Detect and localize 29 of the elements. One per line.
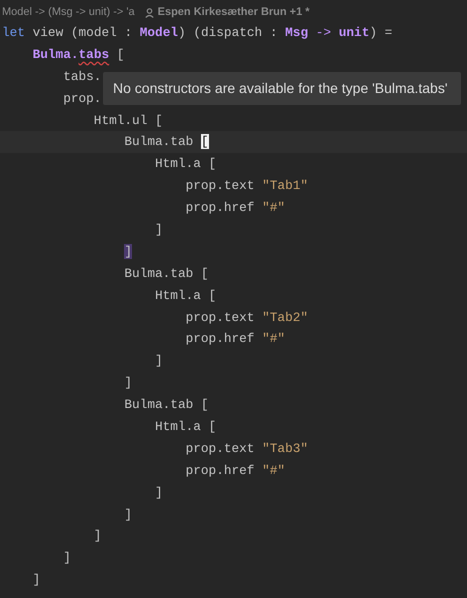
code-line: Bulma.tabs [ (32, 46, 124, 64)
code-line: Html.a [ (155, 155, 216, 174)
error-tooltip: No constructors are available for the type 'Bulma.tabs' (103, 72, 461, 105)
code-line: let view (model : Model) (dispatch : Msg -> unit) = (2, 24, 392, 42)
code-line: Bulma.tab [ (124, 396, 209, 414)
code-line: ] (124, 506, 132, 524)
code-line: ] (155, 484, 163, 502)
code-line: prop.text "Tab2" (186, 308, 308, 327)
code-line: Html.ul [ (94, 112, 163, 130)
code-line: Html.a [ (155, 418, 216, 436)
code-line: ] (155, 221, 163, 240)
code-line: ] (63, 549, 71, 568)
code-line: prop.href "#" (186, 462, 286, 480)
code-line: prop.href "#" (186, 330, 286, 348)
code-line: Bulma.tab [ (124, 264, 209, 283)
code-line: ] (155, 352, 163, 370)
person-icon (144, 8, 154, 18)
code-line: prop.text "Tab1" (186, 177, 308, 196)
code-line: tabs. (63, 68, 102, 86)
code-line: prop. (63, 90, 102, 108)
code-line: ] (32, 571, 40, 590)
code-line: Bulma.tab [ (124, 133, 209, 152)
code-line: ] (94, 527, 102, 546)
code-line: prop.href "#" (186, 199, 286, 218)
code-line: ] (124, 374, 132, 392)
code-line: Html.a [ (155, 286, 216, 305)
type-signature: Model -> (Msg -> unit) -> 'a (2, 5, 135, 20)
code-line: prop.text "Tab3" (186, 440, 308, 458)
author-hint[interactable]: Espen Kirkesæther Brun +1 * (158, 4, 310, 21)
